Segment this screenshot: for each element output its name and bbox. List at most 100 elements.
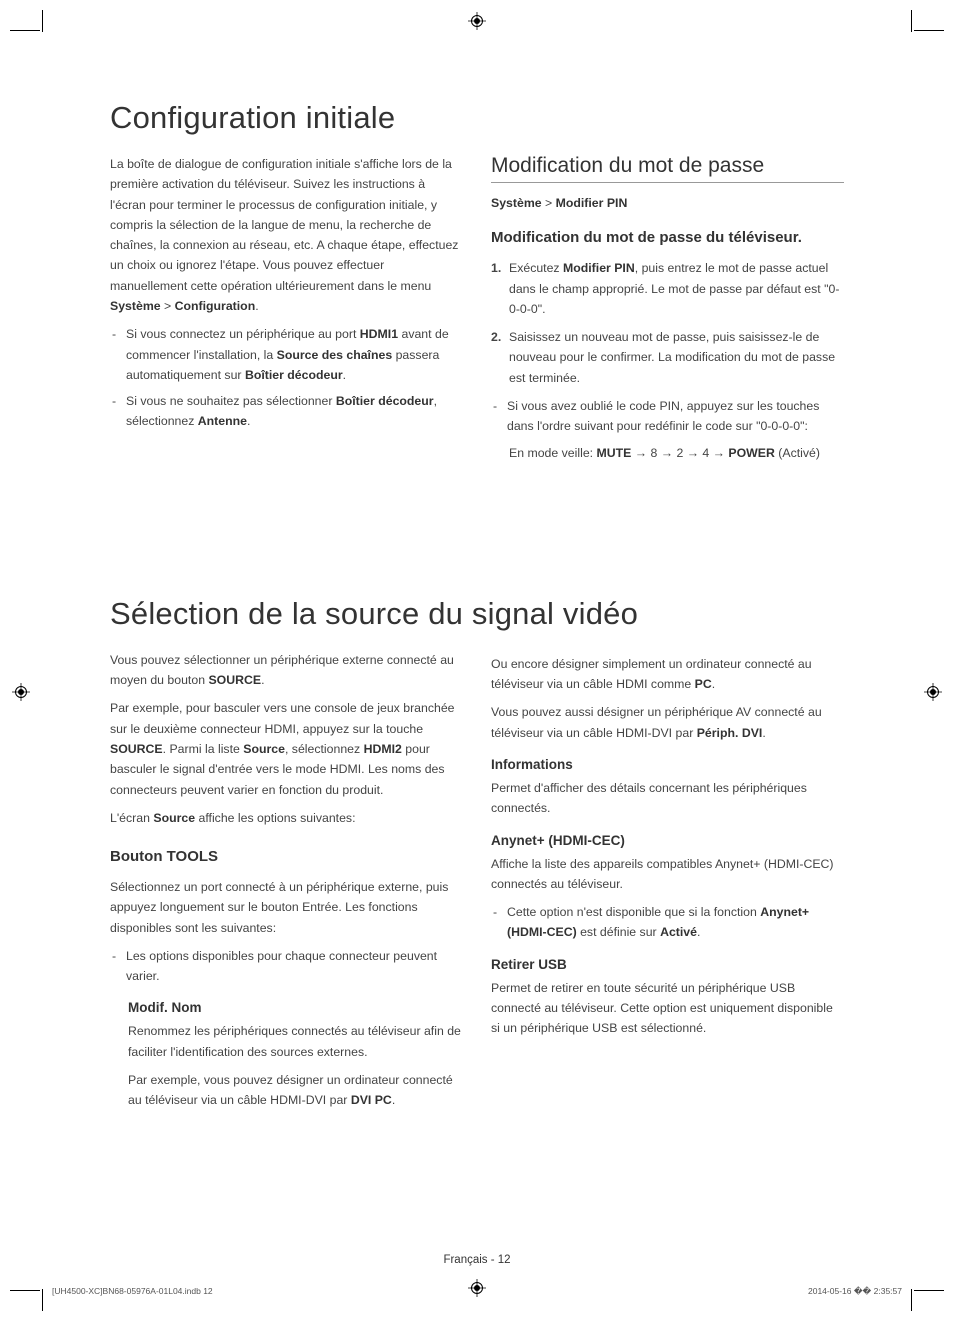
text: Si vous ne souhaitez pas sélectionner — [126, 394, 336, 408]
list-item: Les options disponibles pour chaque conn… — [110, 946, 463, 987]
text: Ou encore désigner simplement un ordinat… — [491, 657, 812, 691]
crop-mark — [911, 10, 912, 32]
text: La boîte de dialogue de configuration in… — [110, 157, 458, 293]
list-item: 2. Saisissez un nouveau mot de passe, pu… — [491, 327, 844, 388]
imprint-line: [UH4500-XC]BN68-05976A-01L04.indb 12 201… — [52, 1286, 902, 1297]
text-bold: MUTE — [597, 446, 632, 460]
registration-mark-icon — [468, 12, 486, 30]
text: . — [712, 677, 715, 691]
text: En mode veille: — [509, 446, 597, 460]
list-item: Si vous avez oublié le code PIN, appuyez… — [491, 396, 844, 437]
text-bold: Antenne — [198, 414, 247, 428]
crop-mark — [10, 30, 40, 31]
crop-mark — [42, 10, 43, 32]
intro-paragraph: La boîte de dialogue de configuration in… — [110, 154, 463, 316]
text-bold: Configuration — [175, 299, 256, 313]
section1-right-column: Modification du mot de passe Système > M… — [491, 154, 844, 471]
section-title-source: Sélection de la source du signal vidéo — [110, 596, 844, 632]
dash-list: Cette option n'est disponible que si la … — [491, 902, 844, 943]
standby-sequence: En mode veille: MUTE → 8 → 2 → 4 → POWER… — [491, 443, 844, 463]
section1-columns: La boîte de dialogue de configuration in… — [110, 154, 844, 471]
dash-list: Les options disponibles pour chaque conn… — [110, 946, 463, 987]
text-bold: Boîtier décodeur — [245, 368, 343, 382]
crop-mark — [42, 1289, 43, 1311]
paragraph: Vous pouvez aussi désigner un périphériq… — [491, 702, 844, 743]
text: Cette option n'est disponible que si la … — [507, 905, 760, 919]
section1-bullet-list: Si vous connectez un périphérique au por… — [110, 324, 463, 431]
text: Saisissez un nouveau mot de passe, puis … — [509, 330, 835, 385]
step-number: 1. — [491, 258, 501, 278]
text-bold: Modifier PIN — [556, 196, 628, 210]
section2-right-column: Ou encore désigner simplement un ordinat… — [491, 650, 844, 1119]
text: Vous pouvez sélectionner un périphérique… — [110, 653, 454, 687]
text: Par exemple, vous pouvez désigner un ord… — [128, 1073, 453, 1107]
paragraph: Permet de retirer en toute sécurité un p… — [491, 978, 844, 1039]
text: Vous pouvez aussi désigner un périphériq… — [491, 705, 822, 739]
section2: Sélection de la source du signal vidéo V… — [110, 596, 844, 1119]
text: . — [697, 925, 700, 939]
text-bold: Activé — [660, 925, 697, 939]
text-bold: POWER — [728, 446, 774, 460]
text: est définie sur — [577, 925, 660, 939]
section1-left-column: La boîte de dialogue de configuration in… — [110, 154, 463, 471]
text-bold: SOURCE — [110, 742, 163, 756]
indented-block: Modif. Nom Renommez les périphériques co… — [110, 1000, 463, 1110]
heading-modif-nom: Modif. Nom — [128, 1000, 463, 1015]
paragraph: Par exemple, pour basculer vers une cons… — [110, 698, 463, 799]
text: > — [542, 196, 556, 210]
text-bold: PC — [695, 677, 712, 691]
imprint-right: 2014-05-16 �� 2:35:57 — [808, 1286, 902, 1297]
text-bold: Source des chaînes — [277, 348, 393, 362]
paragraph: Ou encore désigner simplement un ordinat… — [491, 654, 844, 695]
text: Si vous connectez un périphérique au por… — [126, 327, 360, 341]
paragraph: Permet d'afficher des détails concernant… — [491, 778, 844, 819]
imprint-left: [UH4500-XC]BN68-05976A-01L04.indb 12 — [52, 1286, 213, 1297]
text-bold: Système — [491, 196, 542, 210]
text-bold: Système — [110, 299, 161, 313]
text-bold: Modifier PIN — [563, 261, 635, 275]
text: . — [343, 368, 346, 382]
text: . Parmi la liste — [163, 742, 244, 756]
text: . — [247, 414, 250, 428]
paragraph: L'écran Source affiche les options suiva… — [110, 808, 463, 828]
crop-mark — [914, 1290, 944, 1291]
list-item: Cette option n'est disponible que si la … — [491, 902, 844, 943]
text: → 8 → 2 → 4 → — [631, 446, 728, 460]
step-number: 2. — [491, 327, 501, 347]
text: Par exemple, pour basculer vers une cons… — [110, 701, 455, 735]
numbered-steps: 1. Exécutez Modifier PIN, puis entrez le… — [491, 258, 844, 388]
text: . — [392, 1093, 395, 1107]
text-bold: Boîtier décodeur — [336, 394, 434, 408]
paragraph: Renommez les périphériques connectés au … — [128, 1021, 463, 1062]
text: . — [762, 726, 765, 740]
crop-mark — [914, 30, 944, 31]
dash-list: Si vous avez oublié le code PIN, appuyez… — [491, 396, 844, 437]
section2-left-column: Vous pouvez sélectionner un périphérique… — [110, 650, 463, 1119]
breadcrumb: Système > Modifier PIN — [491, 193, 844, 213]
text-bold: Source — [153, 811, 195, 825]
text: . — [261, 673, 264, 687]
heading-tools: Bouton TOOLS — [110, 846, 463, 867]
text-bold: Source — [243, 742, 285, 756]
paragraph: Sélectionnez un port connecté à un périp… — [110, 877, 463, 938]
heading-retirer-usb: Retirer USB — [491, 957, 844, 972]
list-item: Si vous ne souhaitez pas sélectionner Bo… — [110, 391, 463, 432]
crop-mark — [10, 1290, 40, 1291]
paragraph: Affiche la liste des appareils compatibl… — [491, 854, 844, 895]
text: affiche les options suivantes: — [195, 811, 355, 825]
subheading-password: Modification du mot de passe du télévise… — [491, 227, 844, 248]
registration-mark-icon — [12, 683, 30, 701]
text-bold: DVI PC — [351, 1093, 392, 1107]
text: , sélectionnez — [285, 742, 364, 756]
text-bold: Périph. DVI — [697, 726, 763, 740]
text: Si vous avez oublié le code PIN, appuyez… — [507, 399, 819, 433]
crop-mark — [911, 1289, 912, 1311]
text: L'écran — [110, 811, 153, 825]
paragraph: Vous pouvez sélectionner un périphérique… — [110, 650, 463, 691]
heading-anynet: Anynet+ (HDMI-CEC) — [491, 833, 844, 848]
text: (Activé) — [775, 446, 820, 460]
section2-columns: Vous pouvez sélectionner un périphérique… — [110, 650, 844, 1119]
text: . — [255, 299, 258, 313]
text-bold: HDMI2 — [364, 742, 402, 756]
heading-password-change: Modification du mot de passe — [491, 154, 844, 183]
